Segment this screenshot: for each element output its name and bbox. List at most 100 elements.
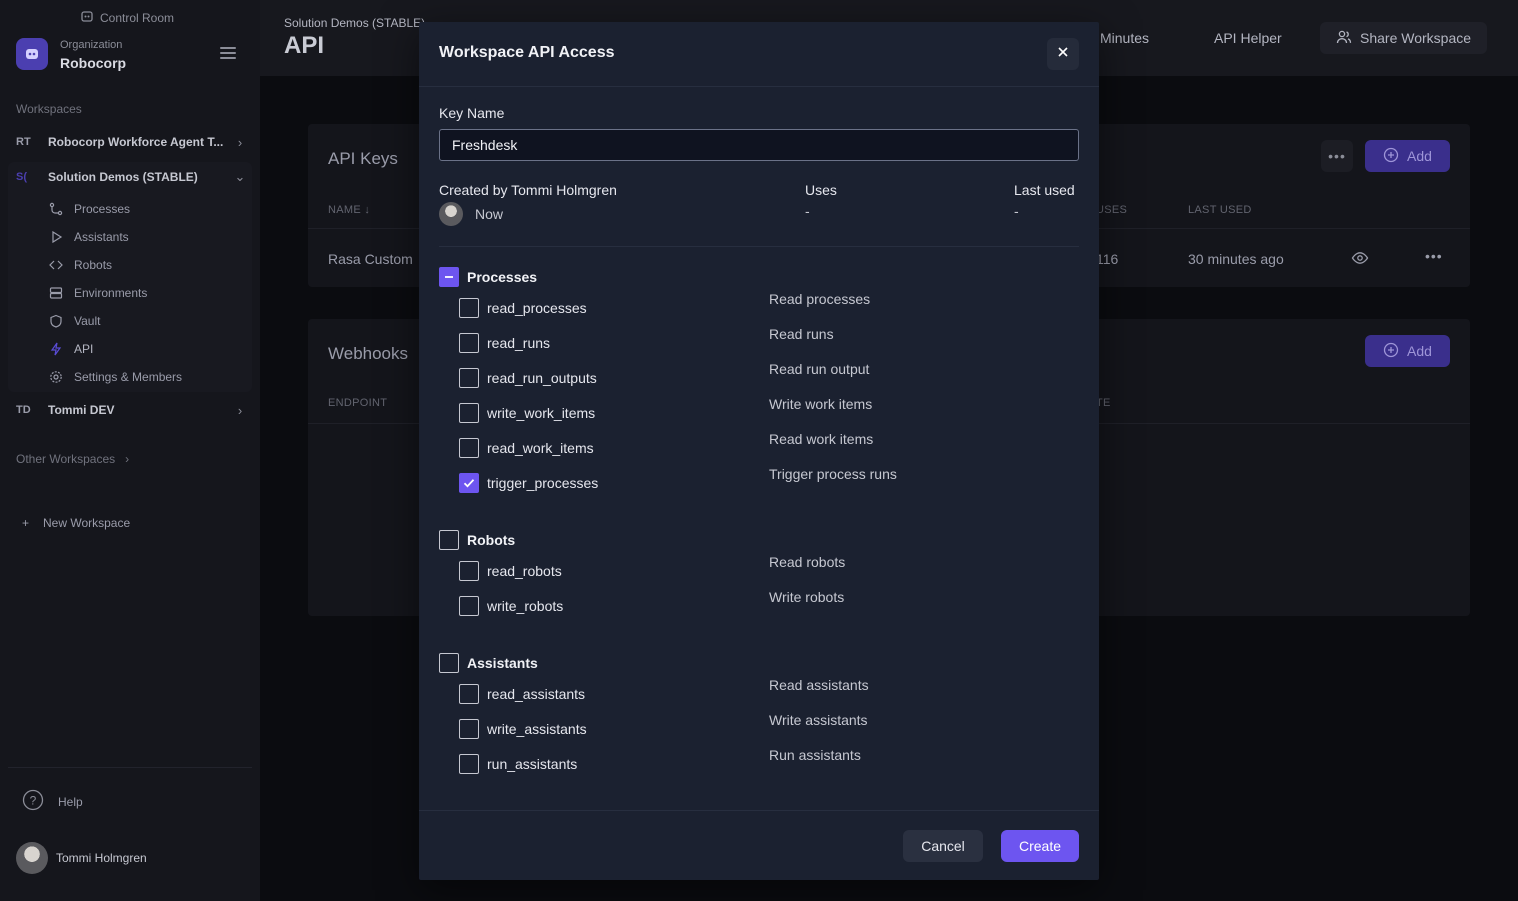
chevron-right-icon: › [125, 452, 130, 466]
minutes-label: Minutes [1100, 30, 1150, 46]
permission-checkbox-read-processes[interactable] [459, 298, 479, 318]
row-more-options-icon[interactable]: ••• [1425, 248, 1443, 264]
control-room-link[interactable]: Control Room [80, 9, 174, 26]
plus-circle-icon [1383, 147, 1399, 166]
created-by-label: Created by Tommi Holmgren [439, 182, 617, 198]
workspaces-title: Workspaces [16, 102, 82, 116]
play-icon [48, 229, 64, 245]
cancel-button[interactable]: Cancel [903, 830, 983, 862]
permission-checkbox-write-assistants[interactable] [459, 719, 479, 739]
header-divider [419, 86, 1099, 87]
api-key-last-used: 30 minutes ago [1188, 251, 1284, 267]
add-label: Add [1407, 343, 1432, 359]
workspace-item-td[interactable]: TD Tommi DEV › [8, 395, 252, 425]
breadcrumb[interactable]: Solution Demos (STABLE) [284, 16, 425, 30]
help-icon: ? [22, 789, 44, 814]
api-helper-label: API Helper [1214, 30, 1282, 46]
permission-checkbox-run-assistants[interactable] [459, 754, 479, 774]
sidebar: Control Room Organization Robocorp Works… [0, 0, 260, 901]
sidebar-item-processes[interactable]: Processes [48, 199, 130, 219]
chevron-down-icon: ⌄ [234, 169, 246, 184]
permission-description: Write assistants [769, 712, 868, 728]
plus-icon: + [22, 516, 30, 530]
share-workspace-button[interactable]: Share Workspace [1320, 22, 1488, 54]
shield-icon [48, 313, 64, 329]
webhooks-title: Webhooks [328, 344, 409, 363]
permission-checkbox-write-work-items[interactable] [459, 403, 479, 423]
sidebar-item-label: Environments [74, 286, 148, 300]
footer-divider [419, 810, 1099, 811]
sidebar-divider [8, 767, 252, 768]
last-used-label: Last used [1014, 182, 1075, 198]
hamburger-menu-icon[interactable] [220, 47, 236, 61]
organization-logo [16, 38, 48, 70]
permission-checkbox-read-work-items[interactable] [459, 438, 479, 458]
group-label: Assistants [467, 655, 538, 671]
workspace-item-rt[interactable]: RT Robocorp Workforce Agent T... › [8, 127, 252, 157]
group-checkbox-assistants[interactable] [439, 653, 459, 673]
close-button[interactable] [1047, 38, 1079, 70]
other-workspaces-link[interactable]: Other Workspaces › [16, 452, 129, 466]
add-api-key-button[interactable]: Add [1365, 140, 1450, 172]
add-webhook-button[interactable]: Add [1365, 335, 1450, 367]
more-options-icon[interactable]: ••• [1321, 140, 1353, 172]
sidebar-item-vault[interactable]: Vault [48, 311, 100, 331]
meta-divider [439, 246, 1079, 247]
sidebar-item-label: Settings & Members [74, 370, 183, 384]
column-header-uses: USES [1096, 204, 1128, 216]
sidebar-item-robots[interactable]: Robots [48, 255, 112, 275]
permission-key: read_run_outputs [487, 370, 597, 386]
new-workspace-button[interactable]: + New Workspace [22, 516, 130, 530]
chevron-right-icon: › [237, 402, 243, 418]
create-button[interactable]: Create [1001, 830, 1079, 862]
api-keys-title: API Keys [328, 149, 398, 168]
permission-checkbox-trigger-processes[interactable] [459, 473, 479, 493]
sidebar-item-api[interactable]: API [48, 339, 93, 359]
permission-key: read_runs [487, 335, 551, 351]
permission-checkbox-read-run-outputs[interactable] [459, 368, 479, 388]
code-icon [48, 257, 64, 273]
sidebar-item-assistants[interactable]: Assistants [48, 227, 129, 247]
permission-description: Read runs [769, 326, 834, 342]
control-room-label: Control Room [100, 10, 175, 25]
sidebar-item-environments[interactable]: Environments [48, 283, 147, 303]
api-helper-button[interactable]: API Helper [1214, 22, 1282, 54]
permission-description: Write robots [769, 589, 845, 605]
sidebar-item-settings[interactable]: Settings & Members [48, 367, 182, 387]
eye-icon[interactable] [1351, 249, 1369, 272]
workspace-name: Tommi DEV [48, 403, 115, 417]
permission-checkbox-write-robots[interactable] [459, 596, 479, 616]
share-workspace-label: Share Workspace [1360, 30, 1472, 46]
workspace-api-access-dialog: Workspace API Access Key Name Created by… [419, 22, 1099, 880]
workspace-abbr: S( [16, 171, 27, 183]
permission-key: read_robots [487, 563, 562, 579]
user-menu[interactable]: Tommi Holmgren [16, 842, 147, 874]
sidebar-item-label: Vault [74, 314, 101, 328]
api-key-name: Rasa Custom [328, 251, 413, 267]
minutes-button[interactable]: Minutes [1100, 22, 1149, 54]
permission-description: Read assistants [769, 677, 869, 693]
permission-checkbox-read-robots[interactable] [459, 561, 479, 581]
column-header-name[interactable]: NAME ↓ [328, 204, 370, 216]
permission-checkbox-read-runs[interactable] [459, 333, 479, 353]
permission-checkbox-read-assistants[interactable] [459, 684, 479, 704]
group-checkbox-robots[interactable] [439, 530, 459, 550]
new-workspace-label: New Workspace [43, 516, 131, 530]
group-checkbox-processes[interactable] [439, 267, 459, 287]
permission-key: read_processes [487, 300, 587, 316]
sidebar-item-label: Processes [74, 202, 131, 216]
permission-description: Read run output [769, 361, 870, 377]
key-name-input[interactable] [439, 129, 1079, 161]
processes-icon [48, 201, 64, 217]
other-workspaces-label: Other Workspaces [16, 452, 116, 466]
permission-key: write_robots [487, 598, 564, 614]
organization-name[interactable]: Robocorp [60, 55, 126, 71]
plus-circle-icon [1383, 342, 1399, 361]
help-button[interactable]: ? Help [22, 789, 83, 814]
permission-key: write_work_items [487, 405, 596, 421]
page-title: API [284, 32, 325, 59]
api-key-uses: 116 [1096, 251, 1119, 267]
add-label: Add [1407, 148, 1432, 164]
workspace-item-solution-demos[interactable]: S( Solution Demos (STABLE) ⌄ [8, 162, 252, 192]
workspace-abbr: RT [16, 136, 31, 148]
